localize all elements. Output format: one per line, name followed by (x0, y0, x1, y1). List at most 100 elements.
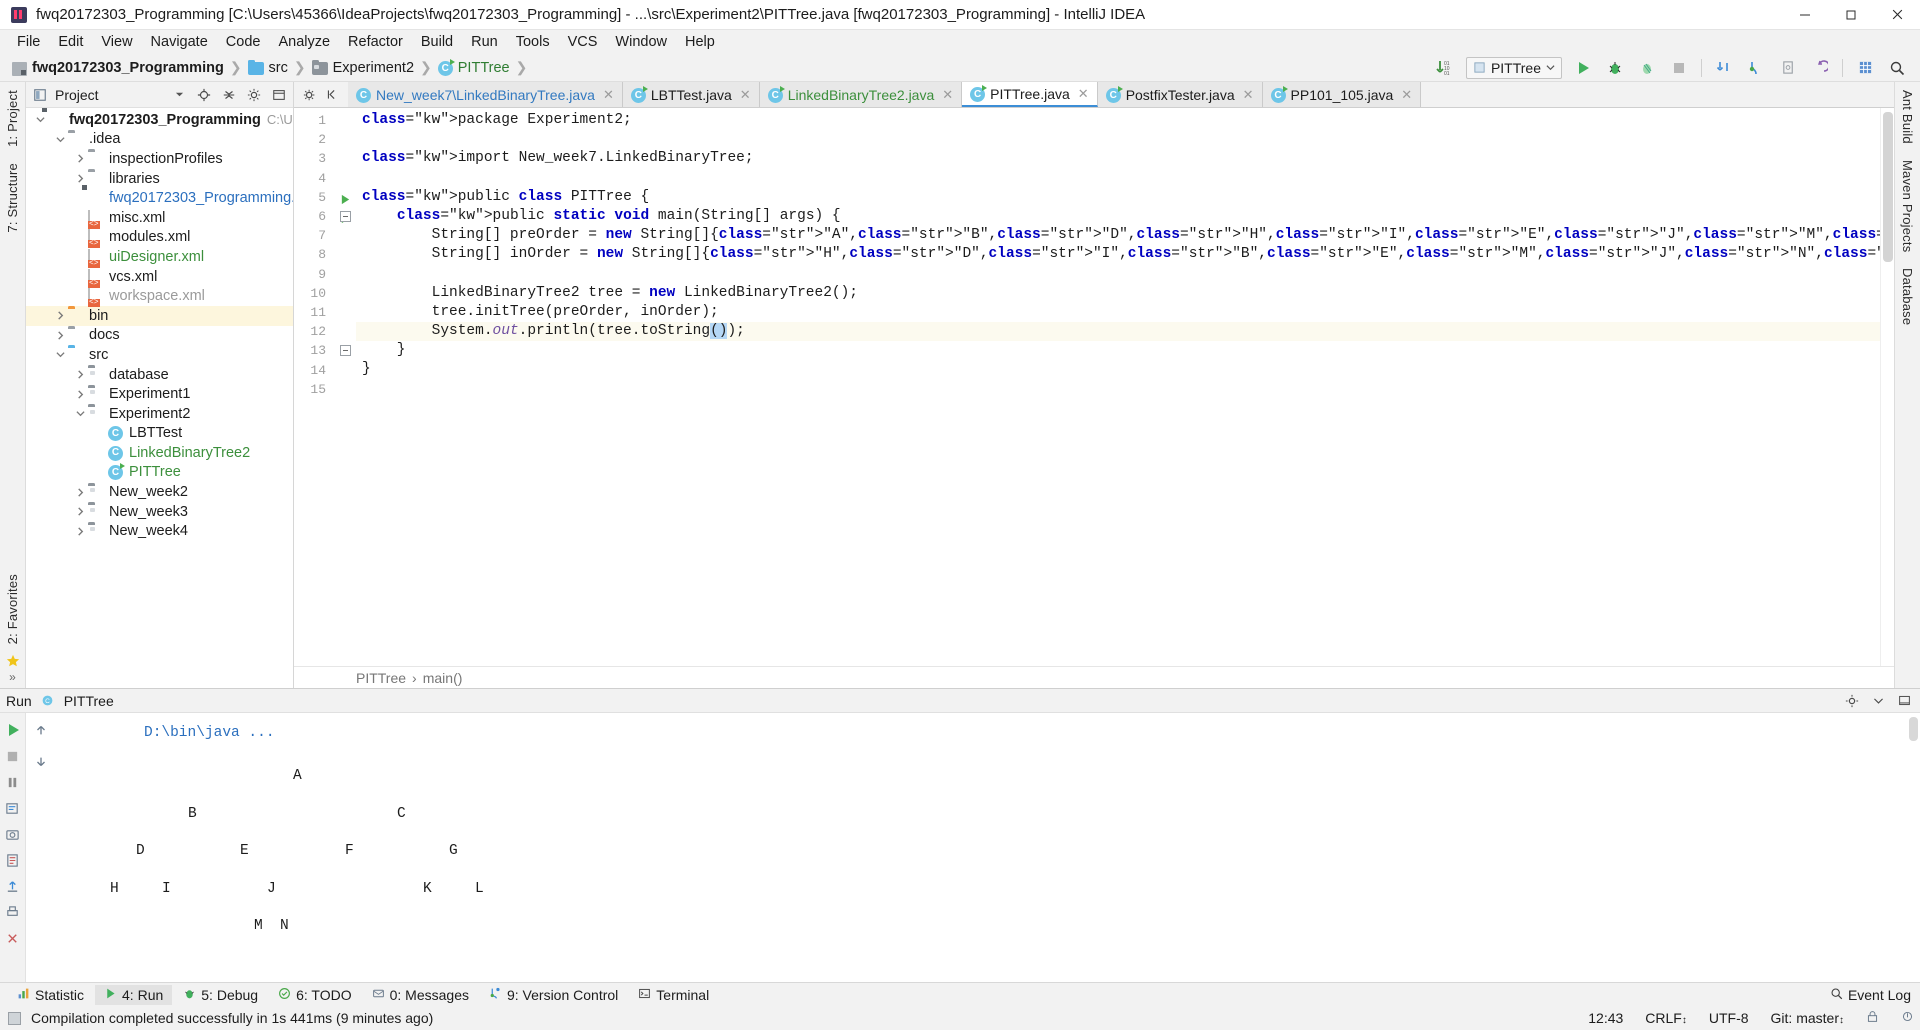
bottom-tab-6-todo[interactable]: 6: TODO (269, 985, 361, 1005)
code-line[interactable] (356, 265, 1880, 284)
run-button[interactable] (1568, 56, 1598, 80)
tool-window-ant-build[interactable]: Ant Build (1900, 82, 1915, 152)
camera-icon[interactable] (2, 823, 24, 845)
tool-window-maven[interactable]: Maven Projects (1900, 152, 1915, 260)
tree-toggle-arrow[interactable] (72, 390, 88, 399)
close-tab-icon[interactable]: ✕ (740, 87, 751, 103)
tree-item-new-week3[interactable]: New_week3 (26, 502, 293, 522)
tool-window-database[interactable]: Database (1900, 260, 1915, 333)
coverage-button[interactable] (1632, 56, 1662, 80)
tree-toggle-arrow[interactable] (72, 154, 88, 164)
search-everywhere-icon[interactable] (1882, 56, 1912, 80)
tree-toggle-arrow[interactable] (72, 488, 88, 497)
code-line[interactable]: LinkedBinaryTree2 tree = new LinkedBinar… (356, 284, 1880, 303)
export-icon[interactable] (2, 875, 24, 897)
run-configuration-selector[interactable]: PITTree (1465, 56, 1562, 79)
tree-item-experiment2[interactable]: Experiment2 (26, 404, 293, 424)
chevron-down-icon[interactable] (169, 85, 189, 105)
code-line[interactable]: class="kw">package Experiment2; (356, 111, 1880, 130)
code-line[interactable]: tree.initTree(preOrder, inOrder); (356, 303, 1880, 322)
lock-icon[interactable] (1860, 1010, 1885, 1026)
bottom-tab-0-messages[interactable]: 0: Messages (363, 985, 478, 1005)
git-pull-icon[interactable] (1709, 56, 1739, 80)
breadcrumb-class[interactable]: C PITTree (436, 59, 512, 76)
tree-toggle-arrow[interactable] (52, 350, 68, 359)
maximize-icon[interactable] (1828, 0, 1874, 30)
memory-indicator-icon[interactable] (8, 1011, 21, 1025)
tree-item-new-week2[interactable]: New_week2 (26, 482, 293, 502)
breadcrumb-package[interactable]: Experiment2 (310, 59, 416, 76)
menu-tools[interactable]: Tools (507, 32, 559, 52)
rerun-icon[interactable] (2, 719, 24, 741)
editor-tab-lbttest-java[interactable]: C LBTTest.java ✕ (622, 82, 760, 107)
code-line[interactable]: String[] preOrder = new String[]{class="… (356, 226, 1880, 245)
menu-edit[interactable]: Edit (49, 32, 92, 52)
scroll-up-icon[interactable] (30, 719, 52, 741)
editor-tab-pp101-105-java[interactable]: C PP101_105.java ✕ (1262, 82, 1422, 107)
hide-panel-icon[interactable] (269, 85, 289, 105)
print-icon[interactable] (2, 901, 24, 923)
editor-tab-linkedbinarytree2-java[interactable]: C LinkedBinaryTree2.java ✕ (759, 82, 963, 107)
code-line[interactable]: class="kw">public static void main(Strin… (356, 207, 1880, 226)
locate-icon[interactable] (194, 85, 214, 105)
menu-navigate[interactable]: Navigate (142, 32, 217, 52)
breadcrumb-class-name[interactable]: PITTree (356, 670, 406, 686)
pause-icon[interactable] (2, 771, 24, 793)
git-branch-indicator[interactable]: Git: master↕ (1765, 1010, 1850, 1026)
tree-item-fwq20172303-programming[interactable]: fwq20172303_Programming C:\Users (26, 110, 293, 130)
bottom-tab-terminal[interactable]: Terminal (629, 985, 718, 1005)
breadcrumb-src[interactable]: src (246, 59, 290, 76)
close-tab-icon[interactable]: ✕ (1243, 87, 1254, 103)
tool-window-favorites[interactable]: 2: Favorites (5, 566, 20, 652)
close-tab-icon[interactable]: ✕ (1401, 87, 1412, 103)
inspection-icon[interactable] (1895, 1010, 1920, 1026)
tree-toggle-arrow[interactable] (72, 527, 88, 536)
git-history-icon[interactable] (1773, 56, 1803, 80)
tree-item-libraries[interactable]: libraries (26, 169, 293, 189)
hide-panel-icon[interactable] (1894, 691, 1914, 711)
bottom-tab-5-debug[interactable]: 5: Debug (174, 985, 267, 1005)
code-line[interactable]: class="kw">import New_week7.LinkedBinary… (356, 149, 1880, 168)
code-fold-icon[interactable] (340, 345, 351, 357)
tree-item-docs[interactable]: docs (26, 326, 293, 346)
menu-refactor[interactable]: Refactor (339, 32, 412, 52)
code-line[interactable]: String[] inOrder = new String[]{class="s… (356, 245, 1880, 264)
tree-toggle-arrow[interactable] (52, 331, 68, 340)
tree-toggle-arrow[interactable] (52, 135, 68, 144)
update-project-icon[interactable]: 01 10 01 (1430, 56, 1460, 80)
code-line[interactable]: System.out.println(tree.toString()); (356, 322, 1880, 342)
tree-item-src[interactable]: src (26, 345, 293, 365)
tree-item-workspace-xml[interactable]: workspace.xml (26, 286, 293, 307)
gear-icon[interactable] (244, 85, 264, 105)
favorites-star-icon[interactable] (6, 652, 20, 670)
menu-help[interactable]: Help (676, 32, 724, 52)
collapse-tabs-icon[interactable] (322, 85, 342, 105)
editor-scrollbar[interactable] (1883, 112, 1893, 262)
tree-item-uidesigner-xml[interactable]: uiDesigner.xml (26, 247, 293, 267)
code-line[interactable]: } (356, 341, 1880, 360)
stop-button[interactable] (1664, 56, 1694, 80)
code-line[interactable] (356, 169, 1880, 188)
menu-window[interactable]: Window (606, 32, 676, 52)
git-commit-icon[interactable] (1741, 56, 1771, 80)
code-content[interactable]: class="kw">package Experiment2; class="k… (356, 108, 1880, 666)
tree-toggle-arrow[interactable] (72, 370, 88, 379)
menu-run[interactable]: Run (462, 32, 507, 52)
tree-item-experiment1[interactable]: Experiment1 (26, 384, 293, 404)
clear-all-icon[interactable] (2, 927, 24, 949)
code-line[interactable]: class="kw">public class PITTree { (356, 188, 1880, 207)
close-tab-icon[interactable]: ✕ (603, 87, 614, 103)
expand-strip-icon[interactable]: » (9, 670, 16, 688)
tree-toggle-arrow[interactable] (72, 409, 88, 418)
close-icon[interactable] (1874, 0, 1920, 30)
tree-toggle-arrow[interactable] (72, 174, 88, 183)
tree-item-misc-xml[interactable]: misc.xml (26, 208, 293, 228)
code-line[interactable] (356, 130, 1880, 149)
collapse-all-icon[interactable] (219, 85, 239, 105)
minimize-panel-icon[interactable] (1868, 691, 1888, 711)
tree-item-fwq20172303-programming-iml[interactable]: fwq20172303_Programming.iml (26, 188, 293, 208)
tree-item-inspectionprofiles[interactable]: inspectionProfiles (26, 149, 293, 169)
menu-view[interactable]: View (92, 32, 141, 52)
tree-item-bin[interactable]: bin (26, 305, 293, 326)
editor-tab-new-week7-linkedbinarytree-java[interactable]: C New_week7\LinkedBinaryTree.java ✕ (348, 82, 623, 107)
